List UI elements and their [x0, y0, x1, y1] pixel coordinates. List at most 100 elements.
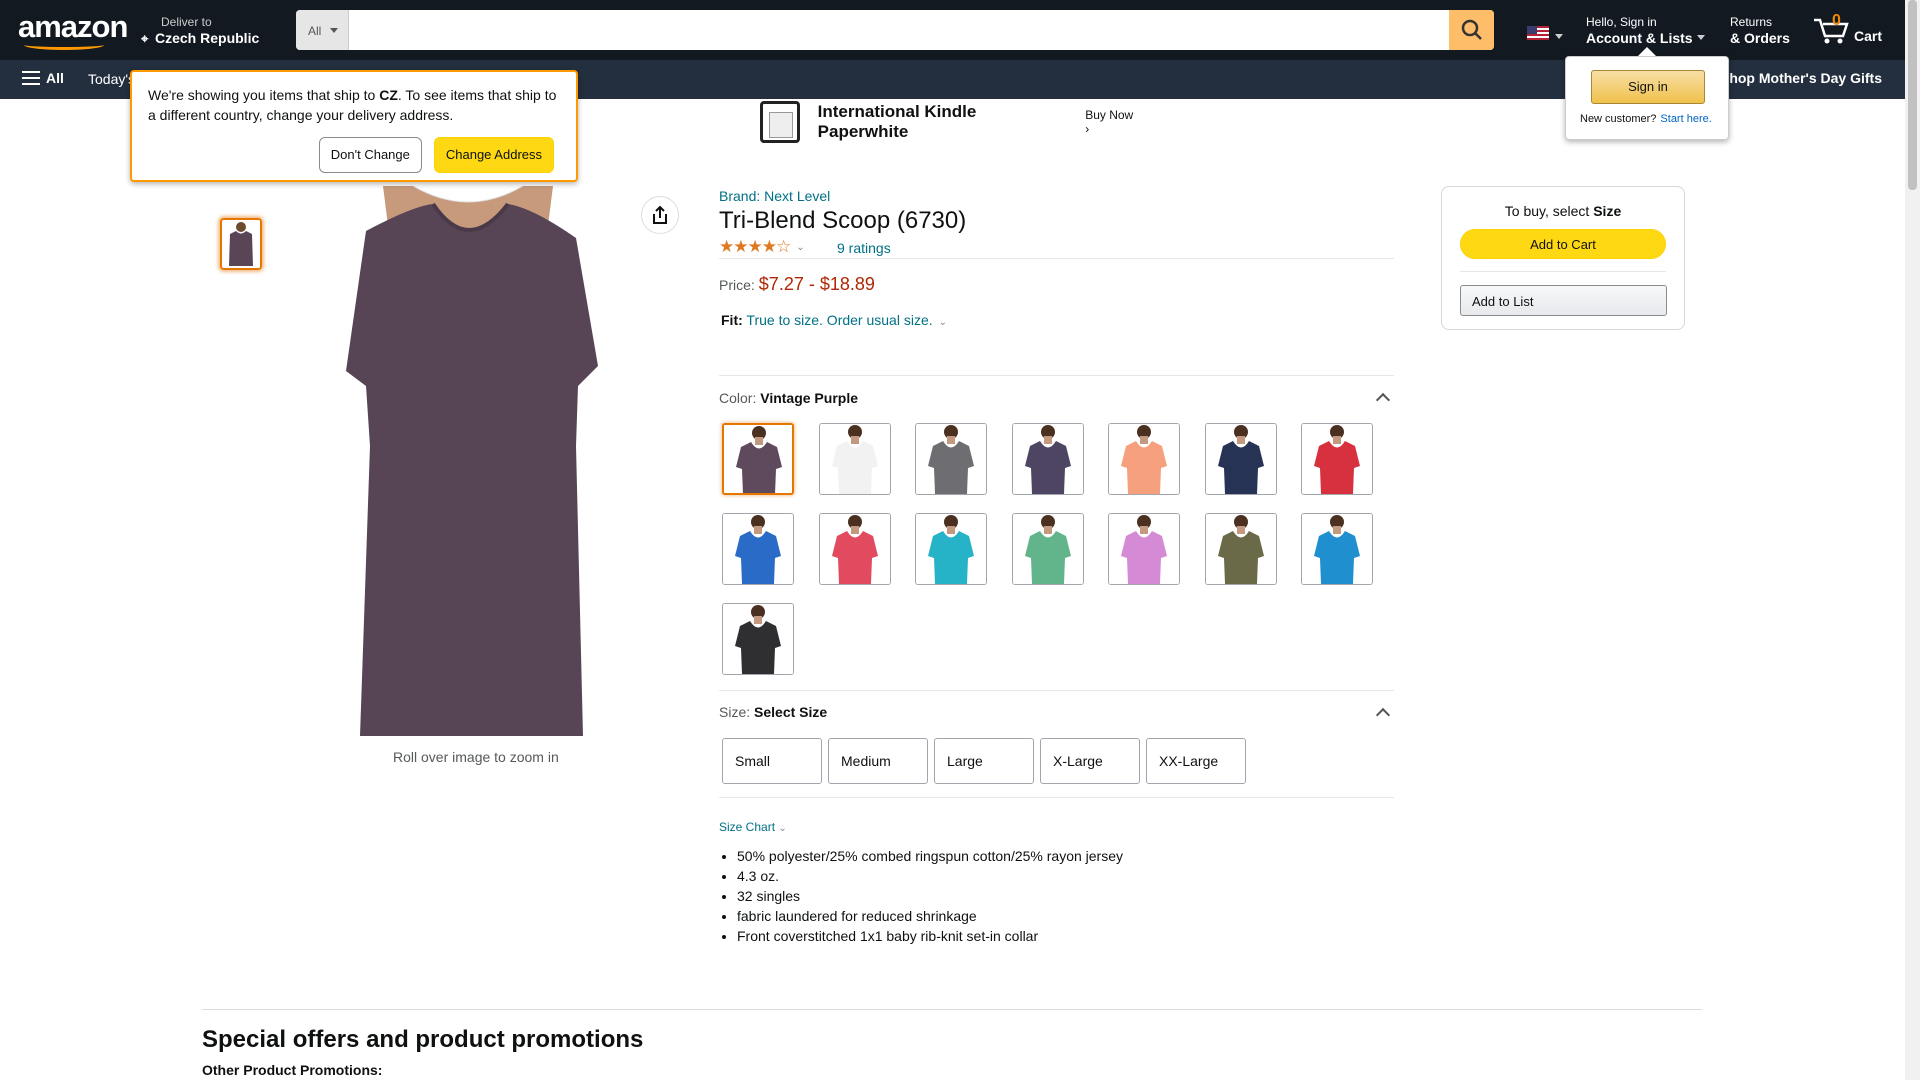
size-option[interactable]: Small — [722, 738, 822, 784]
shirt-swatch-icon — [1012, 424, 1083, 494]
color-swatch[interactable] — [722, 513, 794, 585]
caret-down-icon — [1555, 34, 1563, 43]
start-here-link[interactable]: Start here. — [1660, 113, 1711, 125]
divider — [202, 1009, 1702, 1010]
shirt-swatch-icon — [1109, 514, 1179, 584]
size-label-prefix: Size: — [719, 704, 755, 720]
feature-bullets: 50% polyester/25% combed ringspun cotton… — [737, 846, 1123, 946]
shirt-swatch-icon — [1302, 424, 1372, 494]
all-menu-button[interactable]: All — [22, 70, 64, 86]
kindle-device-icon — [760, 101, 800, 143]
mothers-day-link[interactable]: Shop Mother's Day Gifts — [1720, 70, 1882, 86]
shirt-swatch-icon — [1012, 514, 1083, 584]
divider — [719, 258, 1394, 259]
logo-smile-icon — [24, 40, 104, 50]
signin-button[interactable]: Sign in — [1591, 70, 1705, 104]
color-swatch[interactable] — [915, 423, 987, 495]
us-flag-icon — [1527, 26, 1549, 40]
cart-button[interactable]: 0 Cart — [1812, 10, 1882, 50]
collapse-color-icon[interactable] — [1375, 392, 1391, 408]
buy-box: To buy, select Size Add to Cart Add to L… — [1441, 186, 1685, 330]
search-input[interactable] — [350, 10, 1440, 50]
amazon-logo[interactable]: amazon — [18, 11, 128, 50]
color-swatch[interactable] — [1204, 423, 1277, 495]
color-swatch[interactable] — [1204, 513, 1277, 585]
kindle-banner[interactable]: International Kindle Paperwhite Buy Now … — [760, 100, 1140, 144]
zoom-hint: Roll over image to zoom in — [393, 749, 559, 765]
star-rating[interactable]: ★★★★☆ ⌄ — [719, 237, 805, 256]
todays-deals-link[interactable]: Today's — [88, 71, 135, 87]
color-swatch[interactable] — [818, 423, 891, 495]
dont-change-button[interactable]: Don't Change — [318, 137, 422, 173]
color-swatch[interactable] — [722, 423, 794, 495]
orders-label: & Orders — [1730, 30, 1790, 46]
search-icon — [1461, 19, 1482, 40]
price-label: Price: — [719, 277, 755, 293]
shirt-swatch-icon — [1302, 514, 1372, 584]
search-category-select[interactable]: All — [296, 10, 349, 50]
shirt-swatch-icon — [819, 514, 890, 584]
color-swatch[interactable] — [1301, 513, 1373, 585]
chevron-down-icon: ⌄ — [796, 241, 805, 253]
caret-down-icon — [1696, 34, 1705, 44]
list-item: 50% polyester/25% combed ringspun cotton… — [737, 846, 1123, 866]
shirt-swatch-icon — [819, 424, 890, 494]
deliver-to[interactable]: Deliver to ⌖ Czech Republic — [141, 15, 281, 49]
buy-instruction-text: To buy, select — [1504, 203, 1594, 219]
list-item: 4.3 oz. — [737, 866, 1123, 886]
buy-instruction: To buy, select Size — [1442, 203, 1684, 219]
list-item: 32 singles — [737, 886, 1123, 906]
add-to-list-button[interactable]: Add to List — [1460, 285, 1667, 316]
account-lists[interactable]: Hello, Sign in Account & Lists — [1586, 15, 1714, 49]
search-category-label: All — [308, 24, 322, 38]
search-button[interactable] — [1449, 10, 1494, 50]
caret-down-icon — [330, 28, 338, 37]
account-greeting: Hello, Sign in — [1586, 15, 1657, 29]
size-chart-link[interactable]: Size Chart ⌄ — [719, 820, 787, 834]
color-swatch[interactable] — [1108, 513, 1180, 585]
model-wearing-shirt-icon — [308, 186, 648, 736]
size-option[interactable]: Large — [934, 738, 1034, 784]
scrollbar-thumb[interactable] — [1908, 0, 1917, 190]
returns-orders[interactable]: Returns & Orders — [1730, 15, 1800, 49]
add-to-cart-button[interactable]: Add to Cart — [1460, 229, 1666, 259]
brand-link[interactable]: Brand: Next Level — [719, 188, 830, 204]
star-icons: ★★★★☆ — [719, 237, 791, 256]
size-option[interactable]: XX-Large — [1146, 738, 1246, 784]
shirt-swatch-icon — [916, 514, 986, 584]
returns-label: Returns — [1730, 15, 1773, 29]
banner-cta: Buy Now › — [1085, 108, 1134, 136]
color-selected: Vintage Purple — [760, 390, 859, 406]
language-selector[interactable] — [1525, 24, 1565, 44]
fit-row[interactable]: Fit: True to size. Order usual size. ⌄ — [721, 312, 947, 328]
shirt-swatch-icon — [724, 425, 792, 493]
size-option[interactable]: Medium — [828, 738, 928, 784]
color-swatch[interactable] — [1301, 423, 1373, 495]
new-customer-label: New customer? — [1580, 113, 1657, 125]
main-product-image[interactable] — [308, 186, 648, 736]
color-swatch[interactable] — [1011, 423, 1084, 495]
size-option[interactable]: X-Large — [1040, 738, 1140, 784]
cart-count: 0 — [1832, 12, 1841, 29]
color-swatch[interactable] — [1108, 423, 1180, 495]
page-scrollbar[interactable] — [1905, 0, 1920, 1080]
color-swatch[interactable] — [722, 603, 794, 675]
change-address-button[interactable]: Change Address — [433, 137, 554, 173]
other-promotions-label: Other Product Promotions: — [202, 1062, 383, 1078]
size-selected: Select Size — [754, 704, 828, 720]
color-swatch[interactable] — [1011, 513, 1084, 585]
image-thumbnail[interactable] — [220, 218, 262, 270]
color-swatch[interactable] — [915, 513, 987, 585]
price-row: Price: $7.27 - $18.89 — [719, 274, 875, 295]
product-title: Tri-Blend Scoop (6730) — [719, 207, 967, 234]
ship-to-popover: We're showing you items that ship to CZ.… — [130, 70, 578, 182]
deliver-country: Czech Republic — [155, 30, 260, 46]
top-nav: amazon Deliver to ⌖ Czech Republic All He… — [0, 0, 1920, 60]
collapse-size-icon[interactable] — [1375, 707, 1391, 723]
ratings-count-link[interactable]: 9 ratings — [837, 240, 891, 256]
color-label-prefix: Color: — [719, 390, 761, 406]
share-button[interactable] — [641, 196, 679, 234]
color-swatch[interactable] — [818, 513, 891, 585]
fit-value: True to size. Order usual size. — [746, 312, 933, 328]
chevron-down-icon: ⌄ — [938, 317, 948, 328]
